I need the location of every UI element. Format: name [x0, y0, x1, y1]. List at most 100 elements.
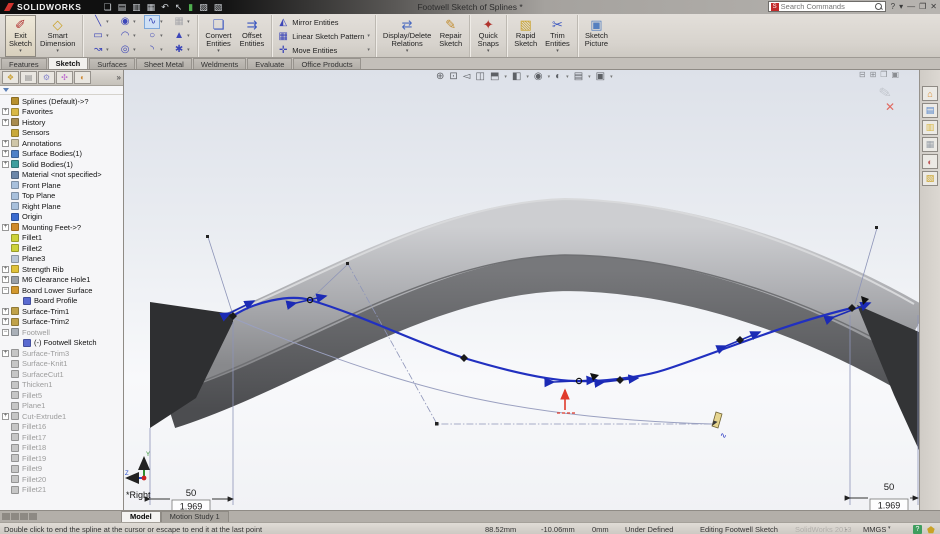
home-tab-icon[interactable]: ⌂: [922, 86, 938, 101]
edit-appearance-dropdown-icon[interactable]: ▾: [566, 74, 569, 80]
point-tool-dropdown-icon[interactable]: ▾: [187, 47, 190, 53]
filter-icon[interactable]: [3, 88, 9, 92]
tree-item-history[interactable]: + History: [0, 117, 123, 128]
view-palette-tab-icon[interactable]: ▦: [922, 137, 938, 152]
print-icon[interactable]: ▦: [147, 2, 156, 12]
exit-sketch-button[interactable]: ✐ Exit Sketch ▾: [5, 15, 36, 57]
tree-item-surfacecut1[interactable]: SurfaceCut1: [0, 369, 123, 380]
fillet-arc-tool-dropdown-icon[interactable]: ▾: [160, 47, 163, 53]
rectangle-tool-dropdown-icon[interactable]: ▾: [106, 33, 109, 39]
trim-entities-dropdown-icon[interactable]: ▾: [556, 49, 559, 54]
edit-appearance-icon[interactable]: ◐: [555, 70, 561, 84]
tree-item-fillet1[interactable]: Fillet1: [0, 233, 123, 244]
smart-dimension-dropdown-icon[interactable]: ▾: [56, 49, 59, 54]
tree-item-surface-trim3[interactable]: + Surface-Trim3: [0, 348, 123, 359]
doc-new-window-icon[interactable]: ❐: [880, 70, 887, 79]
units-dropdown-icon[interactable]: ▾: [888, 525, 891, 531]
polygon-tool-button[interactable]: ▲ ▾: [167, 29, 194, 43]
file-properties-icon[interactable]: ▧: [214, 2, 223, 12]
tree-item-surface-bodies-1[interactable]: + Surface Bodies(1): [0, 149, 123, 160]
view-orientation-icon[interactable]: ⬒: [490, 70, 499, 84]
tree-item-annotations[interactable]: + Annotations: [0, 138, 123, 149]
tree-item-footwell-sketch[interactable]: (-) Footwell Sketch: [0, 338, 123, 349]
trim-entities-button[interactable]: ✂ Trim Entities ▾: [541, 15, 574, 57]
expand-toggle-icon[interactable]: +: [2, 160, 9, 168]
mirror-entities-button[interactable]: ◭ Mirror Entities: [275, 16, 372, 29]
rapid-sketch-button[interactable]: ▧ Rapid Sketch: [510, 15, 541, 57]
expand-toggle-icon[interactable]: +: [2, 108, 9, 116]
expand-toggle-icon[interactable]: +: [2, 139, 9, 147]
view-orientation-dropdown-icon[interactable]: ▾: [504, 74, 507, 80]
tab-sketch[interactable]: Sketch: [47, 57, 89, 69]
display-manager-tab-icon[interactable]: ◐: [74, 71, 91, 84]
new-file-icon[interactable]: ❏: [104, 2, 112, 12]
smart-dimension-button[interactable]: ◇ Smart Dimension ▾: [36, 15, 79, 57]
tags-icon[interactable]: ⬟: [927, 525, 935, 534]
offset-entities-button[interactable]: ⇉ Offset Entities: [236, 15, 269, 57]
fillet-arc-tool-button[interactable]: ◝ ▾: [140, 43, 167, 57]
spline-tool-button[interactable]: ∿ ▾: [140, 15, 167, 29]
dimxpert-tab-icon[interactable]: ✣: [56, 71, 73, 84]
tree-item-fillet5[interactable]: Fillet5: [0, 390, 123, 401]
undo-icon[interactable]: ↶: [161, 2, 169, 12]
section-view-icon[interactable]: ◫: [475, 70, 484, 84]
point-tool-button[interactable]: ✱ ▾: [167, 43, 194, 57]
rectangle-tool-button[interactable]: ▭ ▾: [86, 29, 113, 43]
tree-item-sensors[interactable]: Sensors: [0, 128, 123, 139]
property-manager-tab-icon[interactable]: ▤: [20, 71, 37, 84]
tree-item-board-lower-surface[interactable]: − Board Lower Surface: [0, 285, 123, 296]
search-icon[interactable]: [874, 2, 883, 11]
expand-toggle-icon[interactable]: +: [2, 118, 9, 126]
tree-item-fillet2[interactable]: Fillet2: [0, 243, 123, 254]
tree-item-surface-trim2[interactable]: + Surface-Trim2: [0, 317, 123, 328]
expand-toggle-icon[interactable]: +: [2, 223, 9, 231]
view-settings-dropdown-icon[interactable]: ▾: [610, 74, 613, 80]
perimeter-circle-tool-dropdown-icon[interactable]: ▾: [133, 47, 136, 53]
tree-item-mounting-feet[interactable]: + Mounting Feet->?: [0, 222, 123, 233]
expand-toggle-icon[interactable]: +: [2, 265, 9, 273]
close-icon[interactable]: ✕: [930, 1, 937, 12]
tree-item-thicken1[interactable]: Thicken1: [0, 380, 123, 391]
tab-weldments[interactable]: Weldments: [192, 58, 247, 69]
display-delete-dropdown-icon[interactable]: ▾: [406, 49, 409, 54]
tree-item-material-not-specified[interactable]: Material <not specified>: [0, 170, 123, 181]
design-library-tab-icon[interactable]: ▤: [922, 103, 938, 118]
dimension-left[interactable]: 50 1.969: [144, 488, 234, 510]
tab-office-products[interactable]: Office Products: [293, 58, 361, 69]
configuration-manager-tab-icon[interactable]: ⚙: [38, 71, 55, 84]
expand-toggle-icon[interactable]: +: [2, 318, 9, 326]
tree-item-right-plane[interactable]: Right Plane: [0, 201, 123, 212]
tree-item-plane3[interactable]: Plane3: [0, 254, 123, 265]
tree-item-fillet9[interactable]: Fillet9: [0, 464, 123, 475]
tree-item-fillet19[interactable]: Fillet19: [0, 453, 123, 464]
expand-toggle-icon[interactable]: +: [2, 412, 9, 420]
line-tool-dropdown-icon[interactable]: ▾: [106, 19, 109, 25]
ellipse-tool-dropdown-icon[interactable]: ▾: [160, 33, 163, 39]
circle-tool-button[interactable]: ◉ ▾: [113, 15, 140, 29]
search-input[interactable]: [780, 2, 873, 11]
tree-item-origin[interactable]: Origin: [0, 212, 123, 223]
tree-item-strength-rib[interactable]: + Strength Rib: [0, 264, 123, 275]
line-tool-button[interactable]: ╲ ▾: [86, 15, 113, 29]
freeform-curve-tool-button[interactable]: ↝ ▾: [86, 43, 113, 57]
zoom-to-area-icon[interactable]: ⊡: [449, 70, 457, 84]
doc-close-icon[interactable]: ▣: [891, 70, 899, 79]
linear-sketch-pattern-button[interactable]: ▦ Linear Sketch Pattern ▾: [275, 30, 372, 43]
tree-item-solid-bodies-1[interactable]: + Solid Bodies(1): [0, 159, 123, 170]
help-dropdown-icon[interactable]: ▾: [899, 1, 903, 12]
tree-item-fillet17[interactable]: Fillet17: [0, 432, 123, 443]
repair-sketch-button[interactable]: ✎ Repair Sketch: [435, 15, 466, 57]
ellipse-tool-button[interactable]: ○ ▾: [140, 29, 167, 43]
tree-item-footwell[interactable]: − Footwell: [0, 327, 123, 338]
arc-tool-button[interactable]: ◠ ▾: [113, 29, 140, 43]
quick-tips-icon[interactable]: ?: [913, 524, 922, 534]
spline-tool-dropdown-icon[interactable]: ▾: [160, 19, 163, 25]
previous-view-icon[interactable]: ◅: [463, 70, 471, 84]
cancel-sketch-icon[interactable]: ✕: [885, 100, 895, 114]
tab-sheet-metal[interactable]: Sheet Metal: [135, 58, 192, 69]
tree-item-surface-knit1[interactable]: Surface-Knit1: [0, 359, 123, 370]
apply-scene-dropdown-icon[interactable]: ▾: [588, 74, 591, 80]
linear-pattern-dropdown-icon[interactable]: ▾: [367, 33, 370, 39]
expand-toggle-icon[interactable]: +: [2, 349, 9, 357]
search-commands-box[interactable]: S: [767, 1, 886, 12]
